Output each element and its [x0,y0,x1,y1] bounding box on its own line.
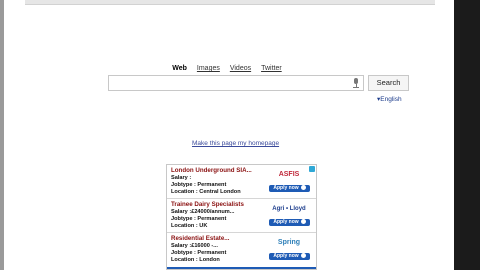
job-title[interactable]: London Underground SIA... [171,167,252,174]
search-input[interactable] [108,75,364,91]
job-type: Jobtype : Permanent [171,216,227,222]
job-location: Location : Central London [171,189,241,195]
make-homepage-link[interactable]: Make this page my homepage [192,140,279,147]
job-listing[interactable]: Residential Estate... Salary :£16000 -..… [167,233,316,266]
job-type: Jobtype : Permanent [171,250,227,256]
job-listing[interactable]: London Underground SIA... Salary : Jobty… [167,165,316,198]
nav-videos[interactable]: Videos [230,65,251,72]
nav-web[interactable]: Web [172,65,187,72]
window-right-edge [454,0,480,270]
nav-twitter[interactable]: Twitter [261,65,282,72]
search-nav: Web Images Videos Twitter [0,65,454,72]
arrow-icon [300,185,306,190]
company-logo: ASFIS [278,171,300,178]
apply-now-button[interactable]: Apply now [269,185,310,192]
apply-now-button[interactable]: Apply now [269,253,310,260]
job-salary: Salary :£24000/annum... [171,209,235,215]
job-title[interactable]: Trainee Dairy Specialists [171,201,244,208]
arrow-icon [300,219,306,224]
job-listing[interactable]: Trainee Dairy Specialists Salary :£24000… [167,199,316,232]
arrow-icon [300,253,306,258]
browser-top-bar [25,0,435,5]
microphone-icon[interactable] [353,78,359,88]
job-location: Location : UK [171,223,208,229]
job-salary: Salary : [171,175,192,181]
job-type: Jobtype : Permanent [171,182,227,188]
apply-now-button[interactable]: Apply now [269,219,310,226]
window-left-edge [0,0,4,270]
company-logo: Agri • Lloyd [272,206,306,212]
nav-images[interactable]: Images [197,65,220,72]
search-button[interactable]: Search [368,75,409,91]
company-logo: Spring [277,239,301,246]
job-title[interactable]: Residential Estate... [171,235,229,242]
job-location: Location : London [171,257,220,263]
language-selector[interactable]: ▾English [377,95,402,103]
job-salary: Salary :£16000 -... [171,243,218,249]
job-ad-widget: London Underground SIA... Salary : Jobty… [166,164,317,270]
